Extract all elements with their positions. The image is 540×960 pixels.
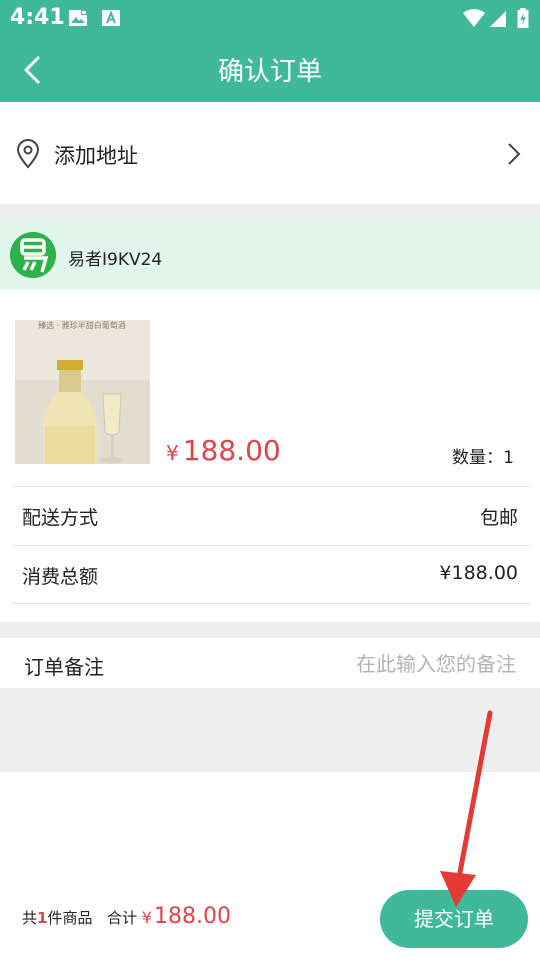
checkout-bar: 共1件商品 合计 ¥188.00 提交订单 (0, 880, 540, 960)
signal-icon (490, 11, 506, 27)
app-bar: 确认订单 (0, 36, 540, 102)
total-fee-row: 消费总额 ¥188.00 (12, 545, 530, 603)
order-remark-row: 订单备注 (0, 638, 540, 688)
chevron-right-icon (508, 143, 521, 165)
shop-logo-icon (10, 232, 56, 278)
product-quantity: 数量：1 (452, 448, 514, 468)
section-divider (0, 204, 540, 220)
wifi-icon (463, 9, 485, 27)
gallery-notification-icon (69, 10, 87, 26)
page-title: 确认订单 (217, 57, 322, 87)
order-total: 合计 ¥188.00 (107, 904, 231, 929)
status-time: 4:41 (10, 5, 65, 30)
product-image[interactable]: 臻选 · 雅珍半甜白葡萄酒 (15, 320, 150, 464)
add-address-label: 添加地址 (54, 144, 138, 168)
item-count: 共1件商品 (22, 909, 93, 927)
delivery-method-value: 包邮 (479, 507, 518, 529)
shop-name: 易者I9KV24 (68, 250, 163, 270)
total-fee-value: ¥188.00 (439, 562, 518, 584)
total-fee-label: 消费总额 (22, 566, 99, 588)
order-remark-input[interactable] (216, 648, 516, 680)
empty-section (0, 688, 540, 772)
add-address-row[interactable]: 添加地址 (0, 102, 540, 204)
status-bar: 4:41 (0, 0, 540, 36)
submit-order-button[interactable]: 提交订单 (380, 890, 528, 948)
shop-header: 易者I9KV24 (0, 220, 540, 290)
section-divider (0, 622, 540, 638)
app-notification-icon (102, 10, 120, 26)
location-pin-icon (16, 139, 40, 169)
delivery-method-row: 配送方式 包邮 (12, 486, 530, 544)
product-item: 臻选 · 雅珍半甜白葡萄酒 ¥188.00 数量：1 (0, 290, 540, 486)
delivery-method-label: 配送方式 (22, 507, 99, 529)
battery-icon (517, 8, 529, 28)
product-image-caption: 臻选 · 雅珍半甜白葡萄酒 (38, 320, 126, 330)
row-divider (12, 603, 530, 604)
product-price: ¥188.00 (166, 434, 281, 467)
order-remark-label: 订单备注 (24, 655, 104, 679)
